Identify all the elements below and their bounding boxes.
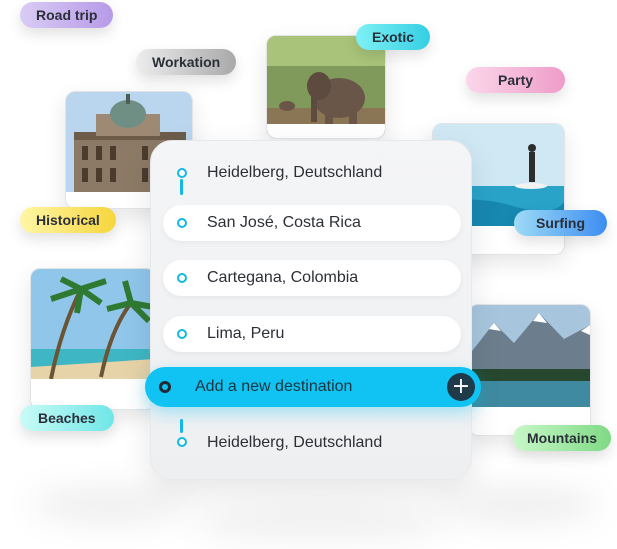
- route-stop[interactable]: Lima, Peru: [163, 316, 461, 352]
- add-destination-button[interactable]: +: [447, 373, 475, 401]
- tag-mountains[interactable]: Mountains: [513, 425, 611, 451]
- route-stop[interactable]: Cartegana, Colombia: [163, 260, 461, 296]
- tag-surfing[interactable]: Surfing: [514, 210, 607, 236]
- route-end-marker-icon: [177, 437, 187, 447]
- tag-beaches[interactable]: Beaches: [20, 405, 114, 431]
- tag-road-trip[interactable]: Road trip: [20, 2, 114, 28]
- route-start-label: Heidelberg, Deutschland: [207, 164, 383, 181]
- route-end-label: Heidelberg, Deutschland: [207, 434, 383, 451]
- tag-party[interactable]: Party: [466, 67, 566, 93]
- tag-exotic[interactable]: Exotic: [356, 24, 431, 50]
- beach-palms-image: [31, 269, 155, 409]
- route-stop[interactable]: San José, Costa Rica: [163, 205, 461, 241]
- tag-historical[interactable]: Historical: [20, 207, 116, 233]
- route-stop-marker-icon: [177, 329, 187, 339]
- add-destination-field[interactable]: Add a new destination +: [145, 367, 481, 407]
- route-stop-marker-icon: [177, 218, 187, 228]
- route-start-marker-icon: [177, 168, 187, 178]
- elephant-image: [267, 36, 385, 138]
- add-destination-marker-icon: [159, 381, 171, 393]
- beaches-photo-card[interactable]: [30, 268, 156, 410]
- tag-workation[interactable]: Workation: [136, 49, 237, 75]
- route-end[interactable]: Heidelberg, Deutschland: [163, 425, 461, 461]
- route-start[interactable]: Heidelberg, Deutschland: [163, 155, 461, 191]
- add-destination-placeholder: Add a new destination: [195, 378, 353, 395]
- route-stop-marker-icon: [177, 273, 187, 283]
- route-stop-label: Lima, Peru: [207, 325, 285, 342]
- mountains-photo-card[interactable]: [468, 304, 591, 436]
- route-stop-label: Cartegana, Colombia: [207, 269, 359, 286]
- exotic-photo-card[interactable]: [266, 35, 386, 139]
- route-stop-label: San José, Costa Rica: [207, 214, 361, 231]
- mountain-lake-image: [469, 305, 590, 435]
- route-start-connector: [180, 179, 183, 195]
